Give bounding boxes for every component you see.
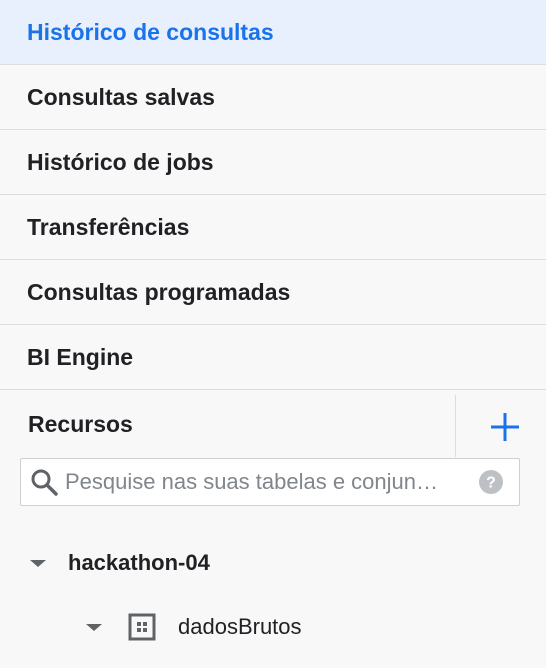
nav-item-bi-engine[interactable]: BI Engine [0, 325, 546, 390]
nav-item-label: Histórico de consultas [27, 18, 274, 45]
nav-item-consultas-salvas[interactable]: Consultas salvas [0, 65, 546, 130]
caret-down-icon[interactable] [28, 553, 48, 573]
nav-item-label: Histórico de jobs [27, 148, 214, 175]
help-icon[interactable]: ? [479, 470, 503, 494]
nav-item-label: Transferências [27, 213, 190, 240]
search-box[interactable]: ? [20, 458, 520, 506]
tree-item-dataset[interactable]: dadosBrutos [84, 607, 302, 647]
search-icon [31, 469, 58, 496]
search-input[interactable] [65, 469, 471, 495]
dataset-icon [128, 613, 156, 641]
nav-item-transferencias[interactable]: Transferências [0, 195, 546, 260]
resources-divider [455, 395, 456, 457]
resources-header: Recursos [0, 395, 546, 457]
plus-icon [491, 413, 519, 441]
caret-down-icon[interactable] [84, 617, 104, 637]
dataset-label: dadosBrutos [178, 614, 302, 639]
nav-item-label: Consultas programadas [27, 278, 291, 305]
svg-text:?: ? [486, 475, 496, 492]
nav-item-consultas-programadas[interactable]: Consultas programadas [0, 260, 546, 325]
tree-item-project[interactable]: hackathon-04 [28, 543, 210, 583]
add-data-button[interactable] [477, 405, 533, 449]
nav-item-historico-de-jobs[interactable]: Histórico de jobs [0, 130, 546, 195]
nav-item-label: BI Engine [27, 343, 134, 370]
nav-item-label: Consultas salvas [27, 83, 215, 110]
project-label: hackathon-04 [68, 550, 210, 575]
nav-item-historico-de-consultas[interactable]: Histórico de consultas [0, 0, 546, 65]
resources-title: Recursos [28, 411, 133, 437]
